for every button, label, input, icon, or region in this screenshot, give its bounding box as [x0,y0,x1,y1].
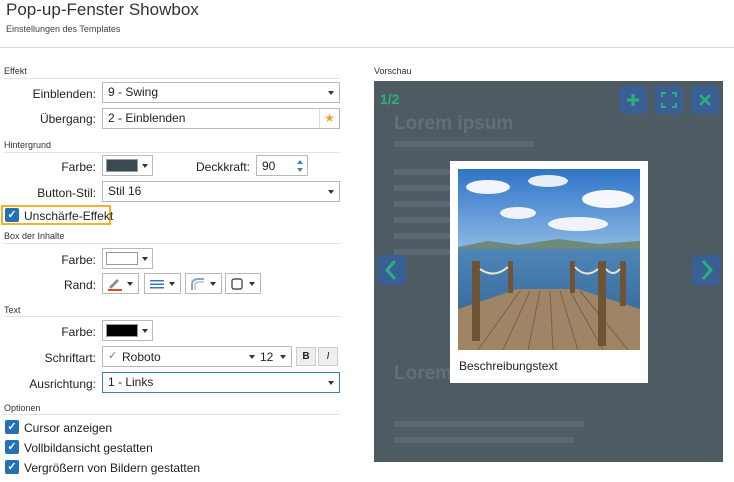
image-caption: Beschreibungstext [459,359,558,373]
chevron-down-icon [249,355,255,359]
ghost-line [394,141,534,147]
section-box: Box der Inhalte [4,231,65,241]
hintergrund-color-picker[interactable] [102,155,153,176]
section-hintergrund: Hintergrund [4,140,52,150]
corner-radius-icon [191,278,204,290]
text-color-picker[interactable] [102,320,153,341]
preview-panel: Lorem ipsum Lorem 1/2 Beschreibungstext [374,81,723,462]
ausrichtung-select[interactable]: 1 - Links [102,372,340,393]
box-color-picker[interactable] [102,248,153,269]
section-divider [4,316,340,317]
section-divider [4,414,340,415]
zoom-checkbox[interactable]: ✓ [5,460,19,474]
buttonstil-label: Button-Stil: [37,186,96,200]
color-swatch [106,252,138,265]
font-size-value[interactable]: 12 [260,350,273,364]
pen-color-icon [108,279,122,291]
einblenden-value: 9 - Swing [108,85,159,99]
text-farbe-label: Farbe: [61,325,96,339]
hintergrund-farbe-label: Farbe: [61,160,96,174]
chevron-down-icon [142,329,148,333]
uebergang-label: Übergang: [39,112,96,126]
schriftart-label: Schriftart: [44,351,96,365]
border-shadow-button[interactable] [225,273,261,294]
chevron-down-icon [249,282,255,286]
color-swatch [106,324,138,337]
star-icon[interactable]: ★ [319,109,339,128]
uebergang-value: 2 - Einblenden [108,111,186,125]
box-farbe-label: Farbe: [61,253,96,267]
chevron-left-glyph [384,260,397,280]
check-icon: ✓ [108,350,118,362]
option-label: Vergrößern von Bildern gestatten [24,461,201,475]
lightbox-box: Beschreibungstext [450,161,648,383]
section-optionen: Optionen [4,403,41,413]
chevron-down-icon [142,164,148,168]
spin-down-icon[interactable] [297,168,303,172]
section-divider [4,78,340,79]
ausrichtung-value: 1 - Links [108,375,154,389]
cursor-checkbox[interactable]: ✓ [5,420,19,434]
fullscreen-checkbox[interactable]: ✓ [5,440,19,454]
header-divider [0,47,734,48]
border-color-button[interactable] [102,273,139,294]
ghost-line [394,421,584,427]
chevron-right-glyph [701,260,714,280]
chevron-down-icon [210,282,216,286]
section-effekt: Effekt [4,66,27,76]
font-family-value: Roboto [122,350,161,364]
chevron-down-icon [142,257,148,261]
line-style-icon [150,280,164,289]
unschaerfe-checkbox[interactable]: ✓ [5,208,19,222]
fullscreen-icon[interactable] [655,86,683,114]
spin-up-icon[interactable] [297,160,303,164]
ausrichtung-label: Ausrichtung: [29,377,96,391]
einblenden-select[interactable]: 9 - Swing [102,82,340,103]
border-style-button[interactable] [144,273,181,294]
section-vorschau: Vorschau [374,66,412,76]
deckkraft-value: 90 [262,159,276,173]
deckkraft-label: Deckkraft: [195,160,250,174]
italic-button[interactable]: I [318,347,338,366]
option-label: Cursor anzeigen [24,421,113,435]
einblenden-label: Einblenden: [32,87,96,101]
font-family-select[interactable]: ✓ Roboto 12 [102,346,292,367]
image-counter: 1/2 [380,91,400,107]
deckkraft-stepper[interactable]: 90 [256,155,308,176]
uebergang-select[interactable]: 2 - Einblenden ★ [102,108,340,129]
chevron-down-icon [280,355,286,359]
unschaerfe-label: Unschärfe-Effekt [24,209,114,223]
plus-icon[interactable] [619,86,647,114]
page-title: Pop-up-Fenster Showbox [6,0,199,19]
chevron-down-icon [328,381,334,385]
section-divider [4,152,340,153]
ghost-heading: Lorem [394,363,453,384]
chevron-down-icon [328,190,334,194]
border-radius-button[interactable] [185,273,222,294]
chevron-down-icon [169,282,175,286]
bold-button[interactable]: B [296,347,316,366]
page-subtitle: Einstellungen des Templates [6,24,121,34]
chevron-down-icon [127,282,133,286]
chevron-right-icon[interactable] [692,255,720,285]
plus-icon-glyph [627,94,639,106]
close-icon[interactable] [691,86,719,114]
pier-image [458,169,640,350]
chevron-down-icon [328,91,334,95]
section-text: Text [4,305,21,315]
preview-photo [458,169,640,350]
rand-label: Rand: [63,278,96,292]
option-label: Vollbildansicht gestatten [24,441,153,455]
buttonstil-select[interactable]: Stil 16 [102,181,340,202]
fullscreen-icon-glyph [661,92,677,108]
chevron-left-icon[interactable] [378,255,406,285]
buttonstil-value: Stil 16 [108,184,142,198]
ghost-line [394,437,574,443]
ghost-heading: Lorem ipsum [394,113,514,134]
color-swatch [106,159,138,172]
square-icon [231,278,243,290]
section-divider [4,243,340,244]
close-icon-glyph [699,94,711,106]
